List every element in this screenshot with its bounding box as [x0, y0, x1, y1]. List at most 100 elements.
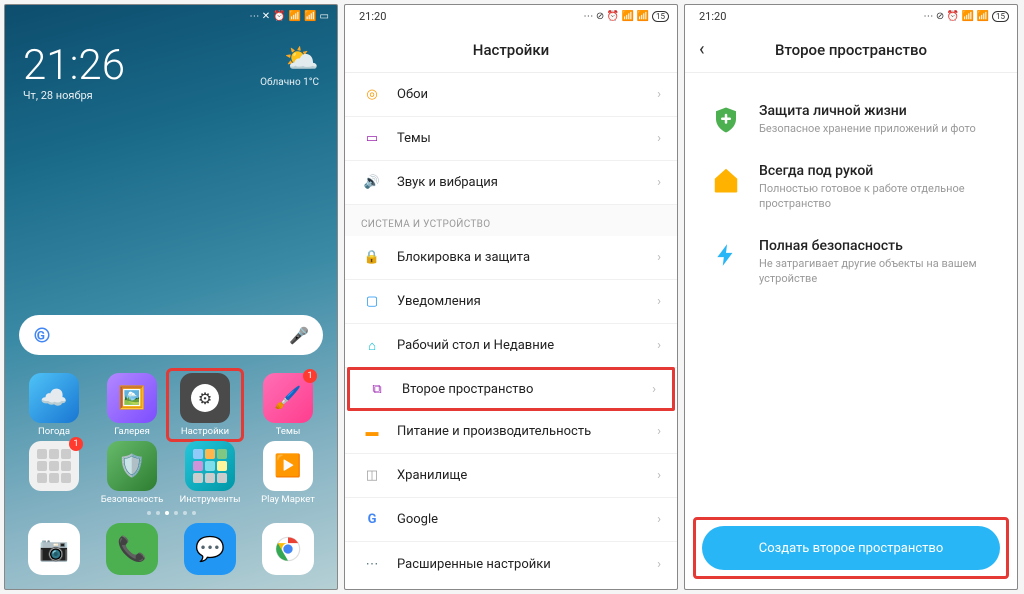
- home-icon: ⌂: [361, 338, 383, 354]
- page-indicator: [5, 511, 337, 515]
- app-folder[interactable]: 1: [15, 441, 93, 505]
- security-icon: 🛡️: [107, 441, 157, 491]
- phone-settings-list: 21:20 ⋯ ⊘ ⏰ 📶 📶 15 Настройки ◎ Обои › ▭ …: [344, 4, 678, 590]
- battery-icon: 15: [652, 11, 669, 22]
- feature-desc: Не затрагивает другие объекты на вашем у…: [759, 257, 993, 287]
- app-weather[interactable]: ☁️ Погода: [15, 373, 93, 437]
- features-list: Защита личной жизни Безопасное хранение …: [685, 73, 1017, 286]
- shield-plus-icon: [709, 103, 743, 137]
- folder-icon: 1: [29, 441, 79, 491]
- dock-phone[interactable]: 📞: [106, 523, 158, 575]
- settings-second-space-highlighted[interactable]: ⧉ Второе пространство ›: [347, 367, 675, 411]
- settings-lock[interactable]: 🔒 Блокировка и защита ›: [345, 236, 677, 280]
- status-icons: ⋯ ⊘ ⏰ 📶 📶: [583, 11, 649, 22]
- clock-widget[interactable]: 21:26 Чт, 28 ноября: [23, 45, 125, 102]
- chevron-right-icon: ›: [657, 468, 661, 483]
- phone-home-screen: ⋯ ✕ ⏰ 📶 📶 ▭ 21:26 Чт, 28 ноября ⛅ Облачн…: [4, 4, 338, 590]
- app-grid: ☁️ Погода 🖼️ Галерея ⚙ Настройки 🖌️1 Тем…: [5, 367, 337, 505]
- chevron-right-icon: ›: [657, 512, 661, 527]
- settings-storage[interactable]: ◫ Хранилище ›: [345, 454, 677, 498]
- feature-handy: Всегда под рукой Полностью готовое к раб…: [709, 163, 993, 212]
- battery-perf-icon: ▬: [361, 424, 383, 440]
- chevron-right-icon: ›: [657, 87, 661, 102]
- gallery-icon: 🖼️: [107, 373, 157, 423]
- back-button[interactable]: ‹: [699, 39, 705, 60]
- chevron-right-icon: ›: [657, 250, 661, 265]
- settings-list: ◎ Обои › ▭ Темы › 🔊 Звук и вибрация › СИ…: [345, 73, 677, 586]
- feature-title: Всегда под рукой: [759, 163, 993, 179]
- play-store-icon: ▶️: [263, 441, 313, 491]
- status-icons: ⋯ ⊘ ⏰ 📶 📶: [923, 11, 989, 22]
- weather-condition: Облачно 1°C: [260, 77, 319, 88]
- chevron-right-icon: ›: [657, 557, 661, 572]
- bolt-icon: [709, 238, 743, 272]
- storage-icon: ◫: [361, 468, 383, 483]
- settings-notifications[interactable]: ▢ Уведомления ›: [345, 280, 677, 324]
- chevron-right-icon: ›: [657, 294, 661, 309]
- feature-privacy: Защита личной жизни Безопасное хранение …: [709, 103, 993, 137]
- status-bar: 21:20 ⋯ ⊘ ⏰ 📶 📶 15: [685, 5, 1017, 27]
- signal-icon: 📶: [289, 11, 301, 22]
- status-time: 21:20: [693, 10, 726, 23]
- search-bar[interactable]: G 🎤: [19, 315, 323, 355]
- svg-text:G: G: [37, 329, 45, 343]
- tools-folder-icon: [185, 441, 235, 491]
- app-settings-highlighted[interactable]: ⚙ Настройки: [166, 368, 244, 442]
- dock-browser[interactable]: [262, 523, 314, 575]
- alarm-icon: ⏰: [273, 11, 285, 22]
- app-bar: ‹ Второе пространство: [685, 27, 1017, 73]
- dock-messages[interactable]: 💬: [184, 523, 236, 575]
- status-bar: 21:20 ⋯ ⊘ ⏰ 📶 📶 15: [345, 5, 677, 27]
- chevron-right-icon: ›: [657, 175, 661, 190]
- dock-camera[interactable]: 📷: [28, 523, 80, 575]
- settings-google[interactable]: G Google ›: [345, 498, 677, 542]
- battery-icon: ▭: [320, 11, 329, 22]
- feature-safety: Полная безопасность Не затрагивает други…: [709, 238, 993, 287]
- lock-icon: 🔒: [361, 250, 383, 265]
- wallpaper-icon: ◎: [361, 87, 383, 102]
- settings-sound[interactable]: 🔊 Звук и вибрация ›: [345, 161, 677, 205]
- settings-home-recents[interactable]: ⌂ Рабочий стол и Недавние ›: [345, 324, 677, 368]
- google-icon: G: [361, 512, 383, 527]
- app-bar: Настройки: [345, 27, 677, 73]
- second-space-icon: ⧉: [366, 382, 388, 397]
- settings-wallpaper[interactable]: ◎ Обои ›: [345, 73, 677, 117]
- chevron-right-icon: ›: [657, 424, 661, 439]
- google-icon: G: [33, 326, 51, 344]
- weather-icon: ⛅: [260, 45, 319, 73]
- cta-highlight: Создать второе пространство: [693, 517, 1009, 579]
- settings-power[interactable]: ▬ Питание и производительность ›: [345, 410, 677, 454]
- page-title: Настройки: [473, 41, 549, 59]
- app-gallery[interactable]: 🖼️ Галерея: [93, 373, 171, 437]
- settings-advanced[interactable]: ⋯ Расширенные настройки ›: [345, 542, 677, 586]
- app-tools-folder[interactable]: Инструменты: [171, 441, 249, 505]
- sound-icon: 🔊: [361, 175, 383, 190]
- app-security[interactable]: 🛡️ Безопасность: [93, 441, 171, 505]
- settings-icon: ⚙: [180, 373, 230, 423]
- home-icon: [709, 163, 743, 197]
- chrome-icon: [274, 535, 302, 563]
- weather-widget[interactable]: ⛅ Облачно 1°C: [260, 45, 319, 102]
- settings-themes[interactable]: ▭ Темы ›: [345, 117, 677, 161]
- create-second-space-button[interactable]: Создать второе пространство: [702, 526, 1000, 570]
- voice-search-icon[interactable]: 🎤: [289, 326, 309, 345]
- chevron-right-icon: ›: [652, 382, 656, 397]
- app-themes[interactable]: 🖌️1 Темы: [249, 373, 327, 437]
- section-header-system: СИСТЕМА И УСТРОЙСТВО: [345, 205, 677, 236]
- themes-icon: ▭: [361, 131, 383, 146]
- status-bar: ⋯ ✕ ⏰ 📶 📶 ▭: [5, 5, 337, 27]
- battery-icon: 15: [992, 11, 1009, 22]
- page-title: Второе пространство: [775, 41, 927, 59]
- dock: 📷 📞 💬: [5, 523, 337, 589]
- app-play-store[interactable]: ▶️ Play Маркет: [249, 441, 327, 505]
- feature-desc: Безопасное хранение приложений и фото: [759, 122, 976, 137]
- feature-title: Полная безопасность: [759, 238, 993, 254]
- chevron-right-icon: ›: [657, 131, 661, 146]
- phone-second-space: 21:20 ⋯ ⊘ ⏰ 📶 📶 15 ‹ Второе пространство…: [684, 4, 1018, 590]
- mute-icon: ⋯ ✕: [249, 11, 270, 22]
- status-time: 21:20: [353, 10, 386, 23]
- chevron-right-icon: ›: [657, 338, 661, 353]
- feature-title: Защита личной жизни: [759, 103, 976, 119]
- themes-icon: 🖌️1: [263, 373, 313, 423]
- weather-app-icon: ☁️: [29, 373, 79, 423]
